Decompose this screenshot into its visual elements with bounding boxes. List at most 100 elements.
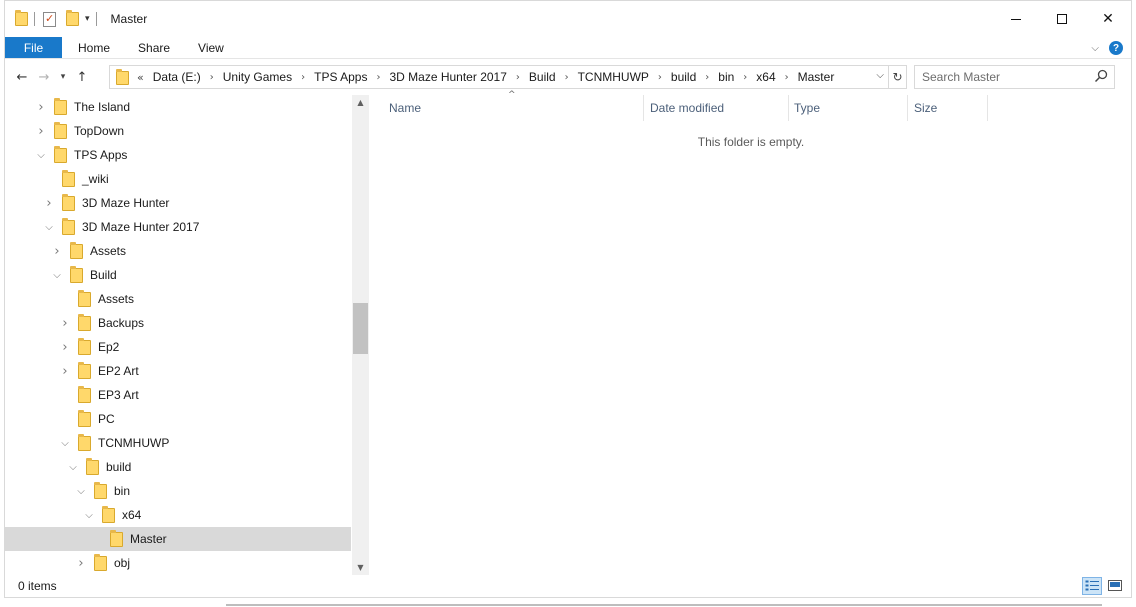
chevron-down-icon[interactable]: ⌵: [83, 510, 95, 521]
recent-locations-chevron-icon[interactable]: ▾: [55, 72, 71, 82]
tree-item[interactable]: › TopDown: [5, 119, 351, 143]
quick-access-toolbar: ▾: [5, 10, 103, 27]
chevron-right-icon[interactable]: ›: [785, 72, 789, 83]
chevron-right-icon[interactable]: ›: [210, 72, 214, 83]
tree-item[interactable]: ⌵ x64: [5, 503, 351, 527]
chevron-right-icon[interactable]: ›: [516, 72, 520, 83]
breadcrumb-overflow[interactable]: «: [137, 71, 144, 84]
tree-item[interactable]: PC: [5, 407, 351, 431]
forward-arrow-icon[interactable]: →: [33, 70, 55, 85]
ribbon-tabs: File Home Share View ⌵ ?: [5, 37, 1131, 59]
large-icons-view-button[interactable]: [1105, 577, 1125, 595]
tree-item[interactable]: ⌵ TCNMHUWP: [5, 431, 351, 455]
tab-share[interactable]: Share: [124, 37, 184, 58]
column-header-date-modified[interactable]: Date modified: [644, 95, 788, 121]
tree-item[interactable]: ⌵ bin: [5, 479, 351, 503]
up-arrow-icon[interactable]: ↑: [71, 70, 93, 85]
tree-item[interactable]: _wiki: [5, 167, 351, 191]
search-icon[interactable]: [1094, 69, 1108, 83]
tab-view[interactable]: View: [184, 37, 238, 58]
chevron-right-icon[interactable]: ›: [658, 72, 662, 83]
details-view-button[interactable]: [1082, 577, 1102, 595]
chevron-down-icon[interactable]: ⌵: [75, 486, 87, 497]
tree-item[interactable]: Assets: [5, 287, 351, 311]
help-icon[interactable]: ?: [1109, 41, 1123, 55]
refresh-icon[interactable]: ↻: [888, 66, 906, 88]
chevron-right-icon[interactable]: ›: [301, 72, 305, 83]
chevron-right-icon[interactable]: ›: [59, 340, 71, 355]
expand-ribbon-chevron-icon[interactable]: ⌵: [1091, 43, 1099, 54]
breadcrumb-bin[interactable]: bin: [718, 70, 734, 84]
scrollbar-thumb[interactable]: [353, 303, 368, 354]
tree-item-label: x64: [122, 508, 142, 522]
breadcrumb-3d-maze-hunter-2017[interactable]: 3D Maze Hunter 2017: [389, 70, 506, 84]
scroll-up-arrow-icon[interactable]: ▲: [352, 98, 369, 107]
chevron-right-icon[interactable]: ›: [59, 316, 71, 331]
folder-icon: [62, 193, 75, 211]
breadcrumb-tps-apps[interactable]: TPS Apps: [314, 70, 367, 84]
tree-item-label: TCNMHUWP: [98, 436, 170, 450]
chevron-right-icon[interactable]: ›: [35, 124, 47, 139]
tree-item[interactable]: ⌵ build: [5, 455, 351, 479]
address-bar[interactable]: « Data (E:) › Unity Games › TPS Apps › 3…: [109, 65, 907, 89]
breadcrumb-x64[interactable]: x64: [756, 70, 775, 84]
tree-item[interactable]: › EP2 Art: [5, 359, 351, 383]
tree-item-label: bin: [114, 484, 131, 498]
chevron-right-icon[interactable]: ›: [565, 72, 569, 83]
minimize-button[interactable]: [993, 1, 1039, 37]
address-history-chevron-icon[interactable]: ⌵: [876, 70, 884, 81]
tab-file[interactable]: File: [5, 37, 62, 58]
chevron-right-icon[interactable]: ›: [51, 244, 63, 259]
close-button[interactable]: ✕: [1085, 1, 1131, 37]
tree-item[interactable]: ⌵ Build: [5, 263, 351, 287]
tree-item-label: TopDown: [74, 124, 125, 138]
window-title: Master: [110, 12, 148, 26]
chevron-right-icon[interactable]: ›: [75, 556, 87, 571]
breadcrumb-build[interactable]: Build: [529, 70, 556, 84]
tree-item[interactable]: › obj: [5, 551, 351, 575]
folder-icon: [78, 289, 91, 307]
maximize-button[interactable]: [1039, 1, 1085, 37]
tree-item[interactable]: › The Island: [5, 95, 351, 119]
tree-item[interactable]: › Backups: [5, 311, 351, 335]
tree-item[interactable]: ⌵ 3D Maze Hunter 2017: [5, 215, 351, 239]
tree-item[interactable]: › Ep2: [5, 335, 351, 359]
tree-item[interactable]: Master: [5, 527, 351, 551]
chevron-down-icon[interactable]: ⌵: [35, 150, 47, 161]
folder-icon: [116, 69, 129, 85]
chevron-right-icon[interactable]: ›: [59, 364, 71, 379]
chevron-down-icon[interactable]: ⌵: [43, 222, 55, 233]
tree-item[interactable]: ⌵ TPS Apps: [5, 143, 351, 167]
folder-icon: [78, 385, 91, 403]
breadcrumb-tcnmhuwp[interactable]: TCNMHUWP: [578, 70, 649, 84]
new-folder-icon[interactable]: [66, 10, 79, 26]
chevron-right-icon[interactable]: ›: [43, 196, 55, 211]
chevron-right-icon[interactable]: ›: [705, 72, 709, 83]
scroll-down-arrow-icon[interactable]: ▼: [352, 563, 369, 572]
file-list-pane[interactable]: ^ Name Date modified Type Size This fold…: [371, 90, 1131, 575]
column-divider[interactable]: [987, 95, 988, 121]
back-arrow-icon[interactable]: ←: [11, 70, 33, 85]
column-header-type[interactable]: Type: [788, 95, 908, 121]
customize-toolbar-arrow-icon[interactable]: ▾: [85, 14, 90, 24]
breadcrumb-data-drive[interactable]: Data (E:): [153, 70, 201, 84]
breadcrumb-unity-games[interactable]: Unity Games: [223, 70, 292, 84]
chevron-right-icon[interactable]: ›: [376, 72, 380, 83]
column-header-name[interactable]: Name: [383, 95, 643, 121]
tree-item[interactable]: EP3 Art: [5, 383, 351, 407]
nav-pane-scrollbar[interactable]: ▲ ▼: [352, 95, 369, 575]
tab-home[interactable]: Home: [62, 37, 124, 58]
chevron-down-icon[interactable]: ⌵: [59, 438, 71, 449]
chevron-down-icon[interactable]: ⌵: [51, 270, 63, 281]
tree-item[interactable]: › 3D Maze Hunter: [5, 191, 351, 215]
chevron-right-icon[interactable]: ›: [35, 100, 47, 115]
search-input[interactable]: [922, 67, 1097, 87]
chevron-down-icon[interactable]: ⌵: [67, 462, 79, 473]
properties-icon[interactable]: [43, 11, 56, 27]
breadcrumb-master[interactable]: Master: [798, 70, 835, 84]
column-header-size[interactable]: Size: [908, 95, 988, 121]
tree-item[interactable]: › Assets: [5, 239, 351, 263]
chevron-right-icon[interactable]: ›: [743, 72, 747, 83]
breadcrumb-build-lower[interactable]: build: [671, 70, 696, 84]
folder-icon: [102, 505, 115, 523]
